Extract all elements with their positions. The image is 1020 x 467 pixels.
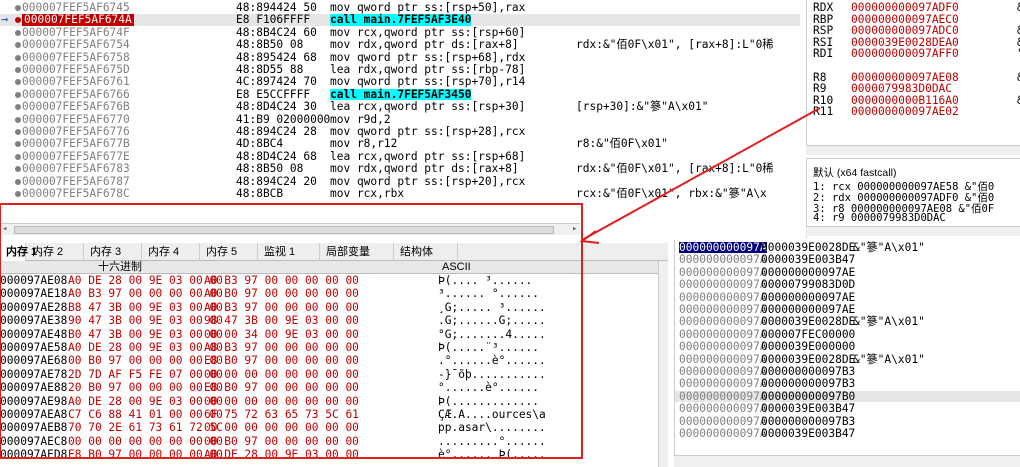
annotation-rect [0, 203, 583, 459]
annotation-overlay [0, 107, 821, 459]
annotation-line [581, 107, 821, 241]
